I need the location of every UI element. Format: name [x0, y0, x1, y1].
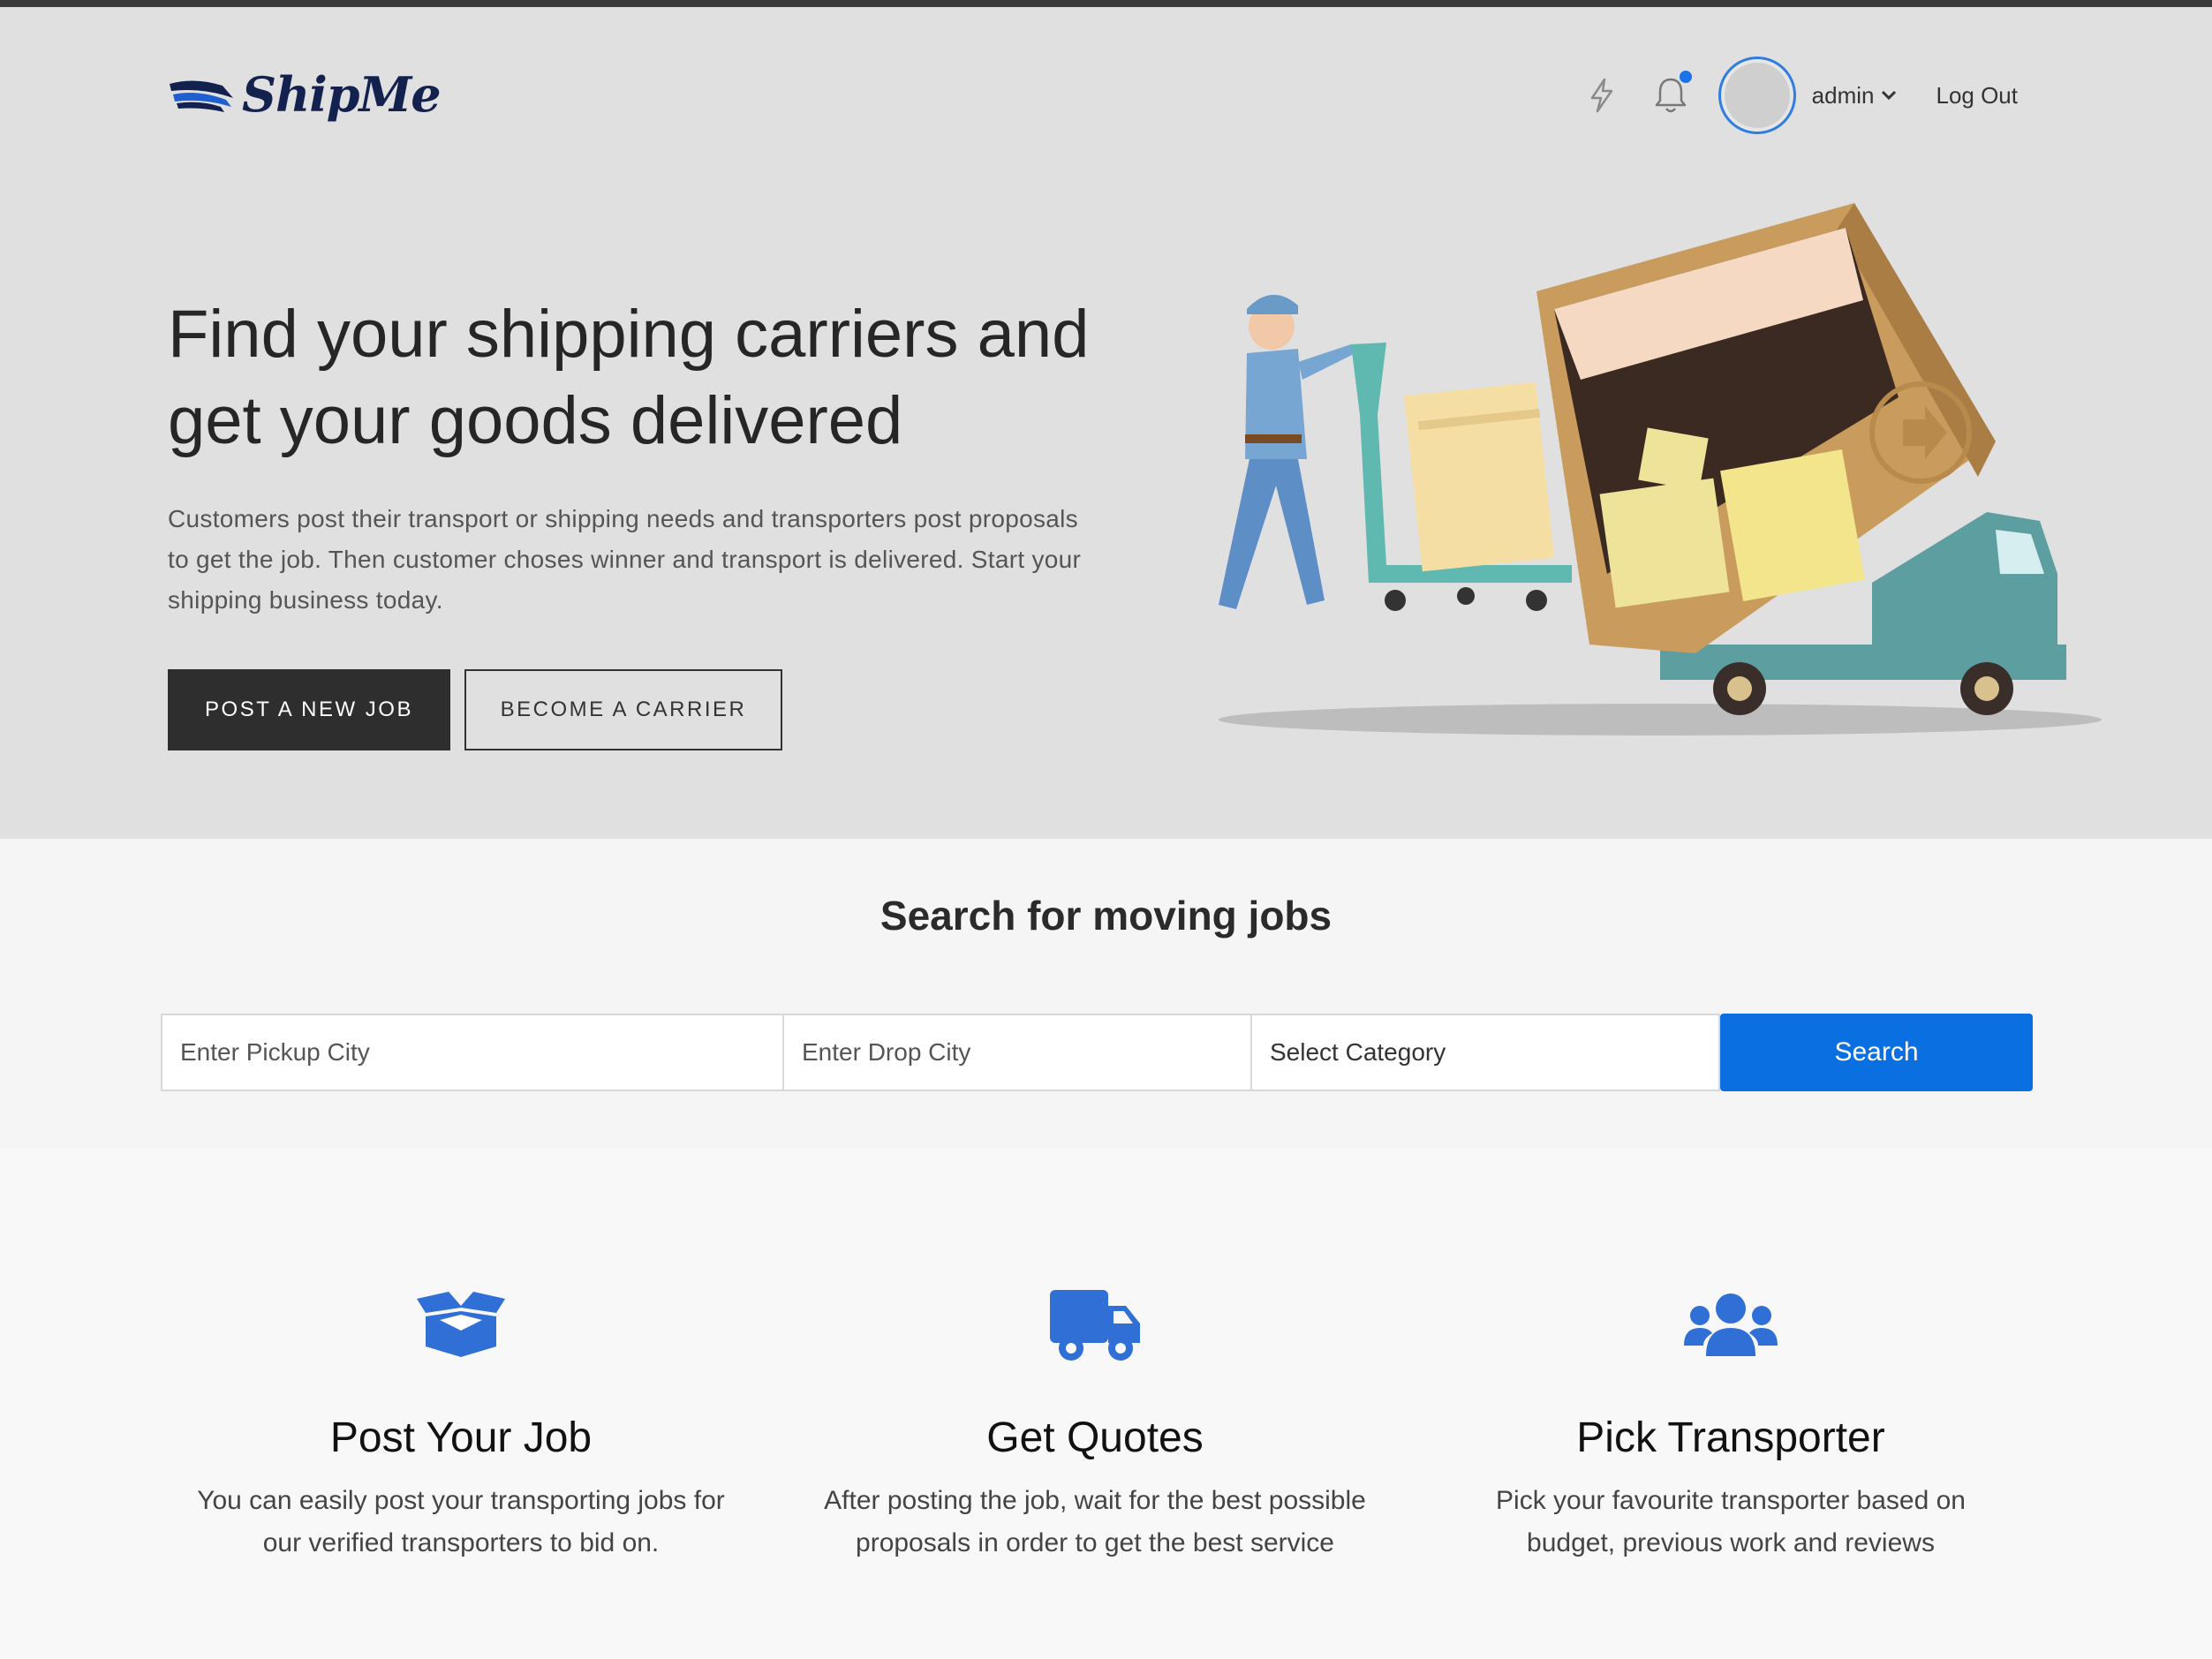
pickup-city-input[interactable]: Enter Pickup City: [161, 1014, 784, 1091]
logo-wing-icon: [170, 80, 233, 112]
open-box-icon: [417, 1292, 505, 1357]
hero-description: Customers post their transport or shippi…: [168, 505, 1082, 614]
become-carrier-button[interactable]: BECOME A CARRIER: [464, 669, 782, 750]
feature-get-quotes: Get Quotes After posting the job, wait f…: [786, 1285, 1404, 1565]
brand-logo[interactable]: ShipMe: [168, 55, 442, 134]
feature-title: Post Your Job: [329, 1414, 593, 1461]
feature-title: Get Quotes: [986, 1414, 1204, 1461]
logout-link[interactable]: Log Out: [1936, 82, 2018, 109]
feature-post-job: Post Your Job You can easily post your t…: [152, 1285, 770, 1565]
category-select[interactable]: Select Category: [1252, 1014, 1720, 1091]
hero-title-line2: get your goods delivered: [168, 383, 903, 458]
hero-title: Find your shipping carriers and get your…: [168, 291, 1139, 464]
top-strip: [0, 0, 2212, 7]
brand-name: ShipMe: [242, 66, 442, 123]
feature-title: Pick Transporter: [1576, 1414, 1885, 1461]
search-button[interactable]: Search: [1720, 1014, 2033, 1091]
feature-description: You can easily post your transporting jo…: [197, 1486, 725, 1557]
delivery-illustration: [1219, 203, 2102, 735]
search-form: Enter Pickup City Enter Drop City Select…: [161, 1014, 2033, 1091]
bolt-icon[interactable]: [1575, 69, 1628, 122]
feature-description: Pick your favourite transporter based on…: [1496, 1486, 1966, 1557]
user-menu[interactable]: admin: [1812, 82, 1898, 109]
post-job-button[interactable]: POST A NEW JOB: [168, 669, 450, 750]
top-nav: admin Log Out: [1575, 51, 2018, 140]
truck-icon: [1050, 1290, 1140, 1361]
avatar[interactable]: [1718, 57, 1796, 134]
search-section: [0, 839, 2212, 1148]
feature-pick-transporter: Pick Transporter Pick your favourite tra…: [1422, 1285, 2040, 1565]
hero-title-line1: Find your shipping carriers and: [168, 297, 1090, 372]
cart-illustration: [1351, 343, 1572, 611]
drop-city-input[interactable]: Enter Drop City: [784, 1014, 1252, 1091]
avatar-image: [1724, 63, 1790, 128]
users-icon: [1684, 1293, 1778, 1356]
username-label: admin: [1811, 81, 1875, 109]
search-title: Search for moving jobs: [880, 893, 1332, 939]
notification-dot: [1679, 71, 1692, 83]
feature-description: After posting the job, wait for the best…: [824, 1486, 1366, 1557]
chevron-down-icon: [1882, 90, 1897, 101]
worker-illustration: [1219, 294, 1355, 609]
truck-illustration: [1536, 203, 2066, 715]
bell-icon[interactable]: [1644, 69, 1697, 122]
